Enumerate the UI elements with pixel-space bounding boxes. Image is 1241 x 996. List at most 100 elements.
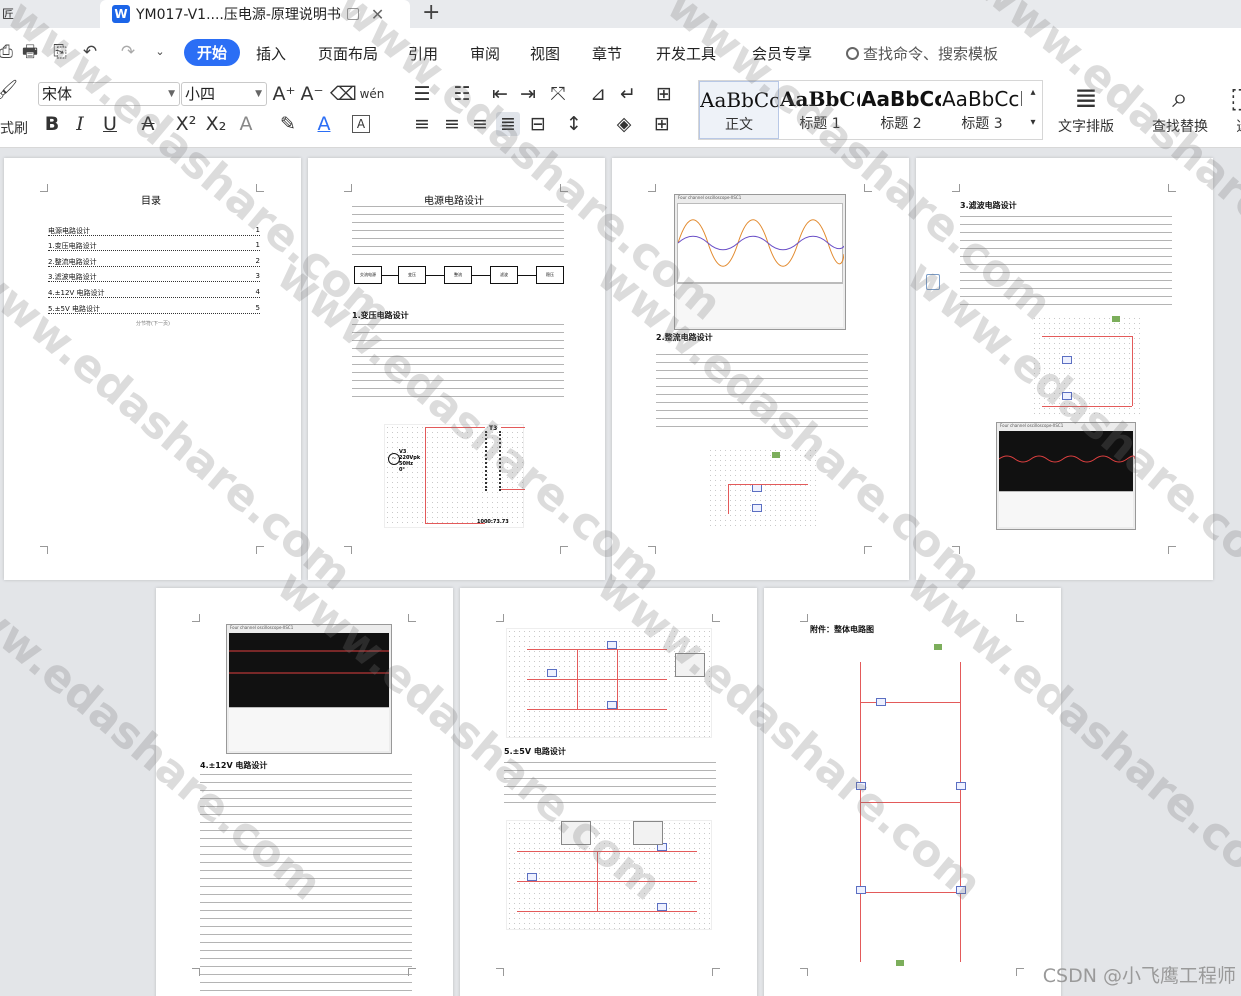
toc-entry[interactable]: 5.±5V 电路设计 5 [48, 304, 260, 314]
text-layout-label: 文字排版 [1058, 119, 1114, 135]
menu-view[interactable]: 视图 [530, 43, 560, 64]
ruler-icon[interactable]: ⊞ [652, 82, 676, 106]
shrink-font-icon[interactable]: A⁻ [300, 82, 324, 106]
section-heading: 附件：整体电路图 [810, 625, 874, 634]
font-color-icon[interactable]: A [312, 112, 336, 136]
highlight-icon[interactable]: ✎ [276, 112, 300, 136]
tab-title: YM017-V1....压电源-原理说明书 [136, 7, 341, 23]
subscript-icon[interactable]: X₂ [204, 112, 228, 136]
numbered-list-icon[interactable]: ☷ [450, 82, 474, 106]
menu-review[interactable]: 审阅 [470, 43, 500, 64]
font-name-select[interactable]: 宋体 ▼ [38, 82, 180, 106]
format-painter-icon[interactable]: 🖌 [0, 78, 18, 102]
superscript-icon[interactable]: X² [174, 112, 198, 136]
menu-developer[interactable]: 开发工具 [656, 43, 716, 64]
toc-entry[interactable]: 1.变压电路设计 1 [48, 241, 260, 251]
find-replace-label: 查找替换 [1152, 119, 1208, 135]
oscilloscope-screenshot[interactable]: Four channel oscilloscope-XSC1 [674, 194, 846, 330]
decrease-indent-icon[interactable]: ⇤ [488, 82, 512, 106]
show-marks-icon[interactable]: ↵ [616, 82, 640, 106]
find-replace-button[interactable]: ⌕ 查找替换 [1152, 80, 1208, 136]
undo-icon[interactable]: ↶ [80, 42, 100, 62]
toc-entry[interactable]: 电源电路设计 1 [48, 226, 260, 236]
format-painter-label[interactable]: 式刷 [0, 118, 28, 138]
crop-mark [560, 546, 568, 554]
underline-icon[interactable]: U [98, 112, 122, 136]
transformer-circuit-figure[interactable]: ~ V3 220Vpk 50Hz 0° T3 1000:73.73 [384, 424, 525, 528]
tab-previous[interactable]: 匠 [0, 0, 100, 28]
print-icon[interactable]: 🖶 [20, 42, 40, 62]
style-normal[interactable]: AaBbCcI 正文 [699, 81, 779, 139]
pm12v-circuit-figure[interactable] [506, 628, 712, 738]
menu-chapter[interactable]: 章节 [592, 43, 622, 64]
style-heading-1[interactable]: AaBbC( 标题 1 [780, 81, 860, 139]
comment-marker-icon[interactable] [926, 274, 940, 290]
redo-icon[interactable]: ↷ [118, 42, 138, 62]
toc-entry[interactable]: 2.整流电路设计 2 [48, 257, 260, 267]
command-search[interactable]: 查找命令、搜索模板 [846, 43, 998, 64]
oscilloscope-screenshot[interactable]: Four channel oscilloscope-XSC1 [996, 422, 1136, 530]
page-6[interactable]: 5.±5V 电路设计 [460, 588, 757, 996]
scope-controls[interactable] [229, 707, 389, 751]
close-tab-icon[interactable]: ✕ [371, 5, 384, 24]
menu-references[interactable]: 引用 [408, 43, 438, 64]
menu-page-layout[interactable]: 页面布局 [318, 43, 378, 64]
scope-controls[interactable] [677, 283, 843, 327]
menu-insert[interactable]: 插入 [256, 43, 286, 64]
page-2[interactable]: 电源电路设计 交流电源 变压 整流 滤波 稳压 1.变压电路设计 ~ V3 22… [308, 158, 605, 580]
style-heading-2[interactable]: AaBbCc 标题 2 [861, 81, 941, 139]
text-direction-icon[interactable]: ⊿ [586, 82, 610, 106]
rectifier-circuit-figure[interactable] [708, 448, 818, 528]
borders-icon[interactable]: ⊞ [650, 112, 674, 136]
menu-home[interactable]: 开始 [184, 39, 241, 66]
align-center-icon[interactable]: ≡ [440, 112, 464, 136]
tab-document-active[interactable]: W YM017-V1....压电源-原理说明书 ✕ [100, 0, 410, 28]
chinese-layout-icon[interactable]: ⤧ [546, 82, 570, 106]
print-preview-icon[interactable]: ⎘ [50, 42, 70, 62]
document-canvas[interactable]: 目录 电源电路设计 1 1.变压电路设计 1 2.整流电路设计 2 3.滤波电路设计 3… [0, 148, 1241, 996]
strikethrough-icon[interactable]: A [136, 112, 160, 136]
page-5[interactable]: Four channel oscilloscope-XSC1 4.±12V 电路… [156, 588, 453, 996]
shading-icon[interactable]: ◈ [612, 112, 636, 136]
phonetic-guide-icon[interactable]: wén [358, 82, 386, 106]
diode-bridge-icon [876, 698, 886, 706]
distributed-align-icon[interactable]: ⊟ [526, 112, 550, 136]
select-button[interactable]: ⬚ 选 [1230, 80, 1241, 136]
toc-entry[interactable]: 3.滤波电路设计 3 [48, 272, 260, 282]
bold-icon[interactable]: B [40, 112, 64, 136]
character-border-icon[interactable]: A [352, 115, 370, 133]
style-gallery-more-icon[interactable]: ▴ [1025, 81, 1041, 105]
quick-access-dropdown-icon[interactable]: ⌄ [150, 42, 170, 62]
circuit-wire [1132, 336, 1133, 406]
oscilloscope-screenshot[interactable]: Four channel oscilloscope-XSC1 [226, 624, 392, 754]
bullet-list-icon[interactable]: ☰ [410, 82, 434, 106]
align-right-icon[interactable]: ≡ [468, 112, 492, 136]
clear-format-icon[interactable]: ⌫ [330, 82, 357, 106]
select-icon: ⬚ [1230, 80, 1241, 116]
save-icon[interactable]: ⎙ [0, 42, 16, 62]
section-break-marker: 分节符(下一页) [136, 321, 170, 327]
new-tab-icon[interactable]: + [422, 0, 440, 26]
filter-circuit-figure[interactable] [1032, 316, 1142, 416]
style-heading-3[interactable]: AaBbCcI 标题 3 [942, 81, 1022, 139]
align-left-icon[interactable]: ≡ [410, 112, 434, 136]
justify-icon[interactable]: ≣ [496, 112, 520, 136]
page-3[interactable]: Four channel oscilloscope-XSC1 2.整流电路设计 [612, 158, 909, 580]
full-schematic-figure[interactable] [840, 642, 990, 972]
page-7[interactable]: 附件：整体电路图 [764, 588, 1061, 996]
font-size-select[interactable]: 小四 ▼ [181, 82, 267, 106]
style-gallery-expand-icon[interactable]: ▾ [1025, 111, 1041, 135]
page-4[interactable]: 3.滤波电路设计 Four channel oscilloscope-XSC1 [916, 158, 1213, 580]
menu-member[interactable]: 会员专享 [752, 43, 812, 64]
grow-font-icon[interactable]: A⁺ [272, 82, 296, 106]
text-layout-button[interactable]: ≣ 文字排版 [1058, 80, 1114, 136]
text-effect-icon[interactable]: A [234, 112, 258, 136]
pm5v-circuit-figure[interactable] [506, 820, 712, 930]
page-1-toc[interactable]: 目录 电源电路设计 1 1.变压电路设计 1 2.整流电路设计 2 3.滤波电路设计 3… [4, 158, 301, 580]
increase-indent-icon[interactable]: ⇥ [516, 82, 540, 106]
italic-icon[interactable]: I [68, 112, 92, 136]
section-heading: 3.滤波电路设计 [960, 201, 1017, 210]
toc-entry[interactable]: 4.±12V 电路设计 4 [48, 288, 260, 298]
scope-controls[interactable] [999, 491, 1133, 527]
line-spacing-icon[interactable]: ↕ [562, 112, 586, 136]
